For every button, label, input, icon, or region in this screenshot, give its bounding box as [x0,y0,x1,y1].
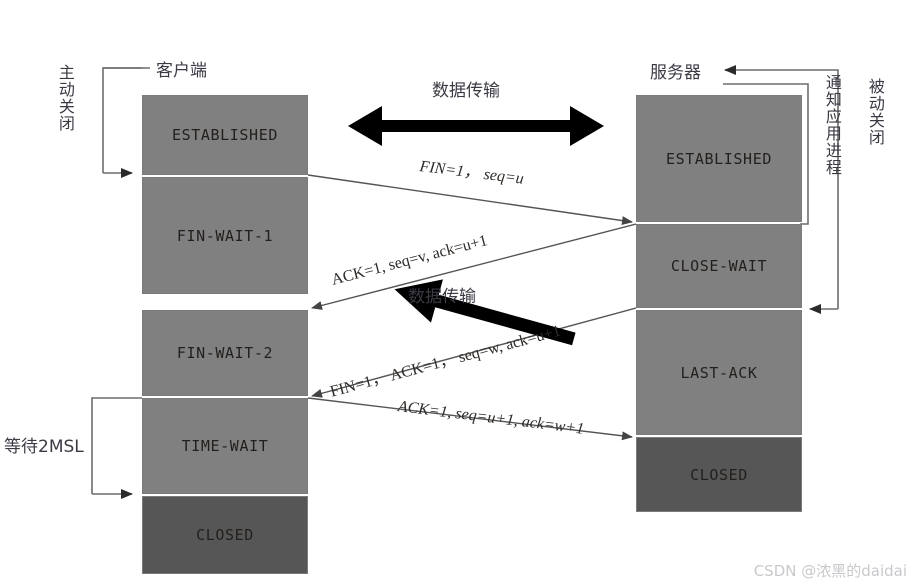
active-close-bracket [102,67,142,178]
wait-2msl-label: 等待2MSL [4,437,84,457]
data-transfer-label-top: 数据传输 [432,81,500,101]
client-state-established: ESTABLISHED [142,95,308,175]
wait-2msl-bracket [91,397,142,499]
state-label: ESTABLISHED [172,126,278,144]
client-endpoint-label: 客户端 [156,61,207,81]
active-close-label: 主动关闭 [55,64,75,132]
server-state-closed: CLOSED [636,437,802,512]
notify-app-label: 通知应用进程 [822,74,842,176]
state-label: CLOSE-WAIT [670,257,768,275]
client-state-closed: CLOSED [142,496,308,574]
state-label: FIN-WAIT-1 [176,226,274,245]
state-label: TIME-WAIT [181,437,269,455]
segment-label-ack2: ACK=1, seq=u+1, ack=w+1 [397,398,586,438]
state-label: CLOSED [196,526,254,544]
data-transfer-label-bottom: 数据传输 [407,286,477,308]
passive-close-label: 被动关闭 [865,78,885,146]
server-state-established: ESTABLISHED [636,95,802,222]
state-label: FIN-WAIT-2 [176,344,274,362]
state-label: CLOSED [690,465,748,484]
client-state-time-wait: TIME-WAIT [142,398,308,494]
data-transfer-arrow-top [348,106,604,146]
server-state-last-ack: LAST-ACK [636,310,802,435]
tcp-termination-diagram: 客户端 服务器 主动关闭 被动关闭 通知应用进程 等待2MSL ESTABLIS… [0,0,915,587]
state-label: ESTABLISHED [666,149,772,168]
segment-label-fin2: FIN=1， ACK=1， seq=w, ack=u+1 [328,322,563,401]
server-state-close-wait: CLOSE-WAIT [636,224,802,308]
segment-label-fin1: FIN=1， seq=u [418,158,525,188]
state-label: LAST-ACK [680,363,758,382]
watermark: CSDN @浓黑的daidai [753,562,907,580]
server-endpoint-label: 服务器 [650,63,701,83]
client-state-fin-wait-2: FIN-WAIT-2 [142,310,308,396]
client-state-fin-wait-1: FIN-WAIT-1 [142,177,308,294]
